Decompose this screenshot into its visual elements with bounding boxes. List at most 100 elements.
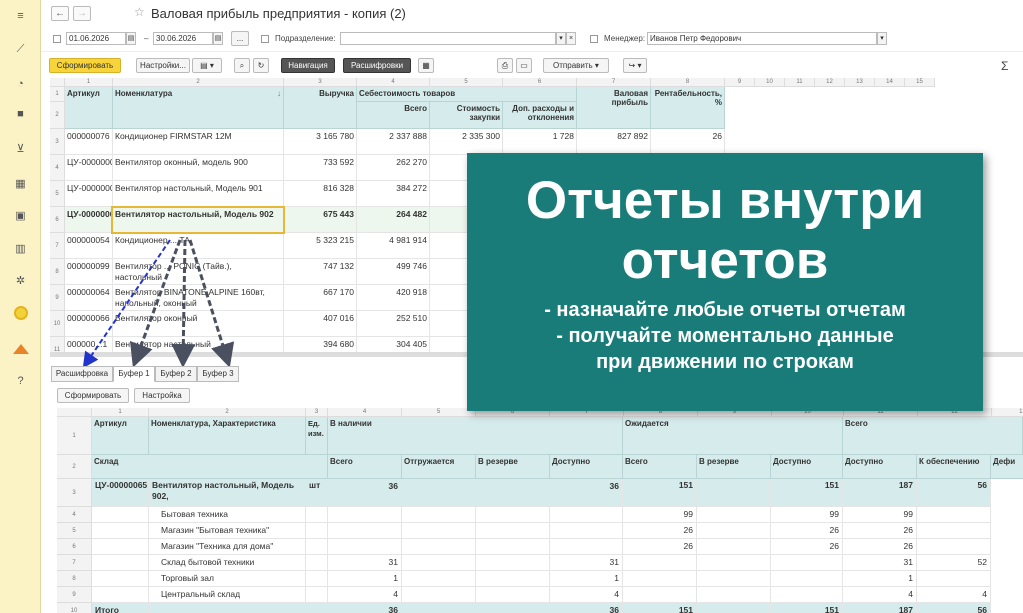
table-cell[interactable]: Склад бытовой техники — [149, 555, 306, 571]
table-cell[interactable]: Вентилятор оконный, модель 900 — [113, 155, 284, 181]
table-cell[interactable]: 000000066 — [65, 311, 113, 337]
tab-buffer1[interactable]: Буфер 1 — [113, 366, 155, 382]
table-cell[interactable] — [328, 507, 402, 523]
table-cell[interactable]: Кондиционер FIRMSTAR 12M — [113, 129, 284, 155]
star-icon[interactable]: ☆ — [134, 5, 145, 19]
table-cell[interactable]: 151 — [771, 479, 843, 507]
table-cell[interactable] — [697, 571, 771, 587]
table-cell[interactable] — [476, 603, 550, 613]
table-cell[interactable]: 56 — [917, 479, 991, 507]
table-cell[interactable]: Центральный склад — [149, 587, 306, 603]
gear-icon[interactable]: ✲ — [0, 272, 41, 290]
refresh-icon[interactable]: ↻ — [253, 58, 269, 73]
table-cell[interactable]: ЦУ-00000065 — [65, 207, 113, 233]
table-cell[interactable] — [306, 507, 328, 523]
table-cell[interactable]: 1 — [550, 571, 623, 587]
table-cell[interactable] — [92, 587, 149, 603]
table-cell[interactable]: 499 746 — [357, 259, 430, 285]
table-cell[interactable]: Торговый зал — [149, 571, 306, 587]
send-button[interactable]: Отправить ▾ — [543, 58, 609, 73]
table-cell[interactable] — [402, 555, 476, 571]
manager-field[interactable]: Иванов Петр Федорович — [647, 32, 877, 45]
table-cell[interactable]: ЦУ-00000008 — [65, 181, 113, 207]
print-icon[interactable]: ⎙ — [497, 58, 513, 73]
table-cell[interactable]: 26 — [771, 523, 843, 539]
table-cell[interactable]: 99 — [623, 507, 697, 523]
table-cell[interactable]: 675 443 — [284, 207, 357, 233]
table-cell[interactable] — [917, 539, 991, 555]
calendar-icon[interactable]: ▤ — [213, 32, 223, 45]
table-cell[interactable] — [306, 555, 328, 571]
table-cell[interactable]: Вентилятор BINATONE ALPINE 160вт, наполь… — [113, 285, 284, 311]
table-cell[interactable] — [476, 555, 550, 571]
table-cell[interactable]: Магазин "Техника для дома" — [149, 539, 306, 555]
table-cell[interactable]: 26 — [623, 539, 697, 555]
table-cell[interactable]: 5 323 215 — [284, 233, 357, 259]
table-cell[interactable]: ЦУ-00000065 — [92, 479, 149, 507]
tab-decode[interactable]: Расшифровка — [51, 366, 113, 382]
date-to-field[interactable]: 30.06.2026 — [153, 32, 213, 45]
table-cell[interactable]: 52 — [917, 555, 991, 571]
clear-icon[interactable]: × — [566, 32, 576, 45]
table-cell[interactable] — [328, 523, 402, 539]
table-cell[interactable] — [402, 603, 476, 613]
table-cell[interactable]: 26 — [843, 523, 917, 539]
header-nomenclature[interactable]: Номенклатура ↓ — [113, 87, 284, 129]
table-cell[interactable] — [306, 539, 328, 555]
pie-icon[interactable]: ◔ — [0, 75, 41, 93]
table-cell[interactable] — [697, 479, 771, 507]
table-cell[interactable] — [697, 603, 771, 613]
table-cell[interactable]: шт — [306, 479, 328, 507]
table-cell[interactable]: Магазин "Бытовая техника" — [149, 523, 306, 539]
table-cell[interactable] — [697, 539, 771, 555]
table-cell[interactable] — [306, 571, 328, 587]
chart-line-icon[interactable]: ⟋ — [0, 40, 41, 58]
table-cell[interactable] — [476, 571, 550, 587]
table-cell[interactable]: 2 335 300 — [430, 129, 503, 155]
table-cell[interactable]: 26 — [623, 523, 697, 539]
table-cell[interactable] — [771, 555, 843, 571]
dropdown-icon[interactable]: ▾ — [877, 32, 887, 45]
table-cell[interactable]: Вентилятор настольный, Модель 901 — [113, 181, 284, 207]
cart-icon[interactable]: ⊻ — [0, 140, 41, 158]
table-cell[interactable]: 4 — [843, 587, 917, 603]
table-cell[interactable]: 262 270 — [357, 155, 430, 181]
variants-button[interactable]: ▤ ▾ — [192, 58, 222, 73]
podr-checkbox[interactable] — [261, 35, 269, 43]
form-button[interactable]: Сформировать — [49, 58, 121, 73]
table-cell[interactable]: 1 — [328, 571, 402, 587]
table-cell[interactable] — [550, 507, 623, 523]
form2-button[interactable]: Сформировать — [57, 388, 129, 403]
table-cell[interactable]: 420 918 — [357, 285, 430, 311]
table-cell[interactable]: 816 328 — [284, 181, 357, 207]
table-cell[interactable]: 26 — [771, 539, 843, 555]
table-cell[interactable]: ЦУ-00000009 — [65, 155, 113, 181]
table-cell[interactable]: 000000099 — [65, 259, 113, 285]
table-cell[interactable] — [623, 587, 697, 603]
table-cell[interactable]: 384 272 — [357, 181, 430, 207]
table-cell[interactable]: Вентилятор настольный, Модель 902, — [149, 479, 306, 507]
table-cell[interactable]: 36 — [328, 603, 402, 613]
table-cell[interactable] — [697, 523, 771, 539]
table-cell[interactable]: 827 892 — [577, 129, 651, 155]
table-cell[interactable] — [771, 587, 843, 603]
forward-button[interactable]: → — [73, 6, 91, 21]
settings2-button[interactable]: Настройка — [134, 388, 190, 403]
table-cell[interactable]: 4 981 914 — [357, 233, 430, 259]
table-cell[interactable]: 000000064 — [65, 285, 113, 311]
table-cell[interactable]: 1 728 — [503, 129, 577, 155]
warning-triangle-icon[interactable] — [0, 340, 41, 358]
table-cell[interactable] — [92, 539, 149, 555]
dropdown-icon[interactable]: ▾ — [556, 32, 566, 45]
table-cell[interactable] — [402, 587, 476, 603]
table-cell[interactable]: 1 — [843, 571, 917, 587]
bag-icon[interactable]: ■ — [0, 105, 41, 123]
table-cell[interactable]: 99 — [771, 507, 843, 523]
table-cell[interactable] — [917, 571, 991, 587]
table-cell[interactable]: 36 — [550, 479, 623, 507]
table-cell[interactable] — [550, 523, 623, 539]
table-cell[interactable] — [697, 587, 771, 603]
table-cell[interactable]: 151 — [623, 603, 697, 613]
table-cell[interactable] — [92, 507, 149, 523]
help-icon[interactable]: ? — [0, 372, 41, 390]
